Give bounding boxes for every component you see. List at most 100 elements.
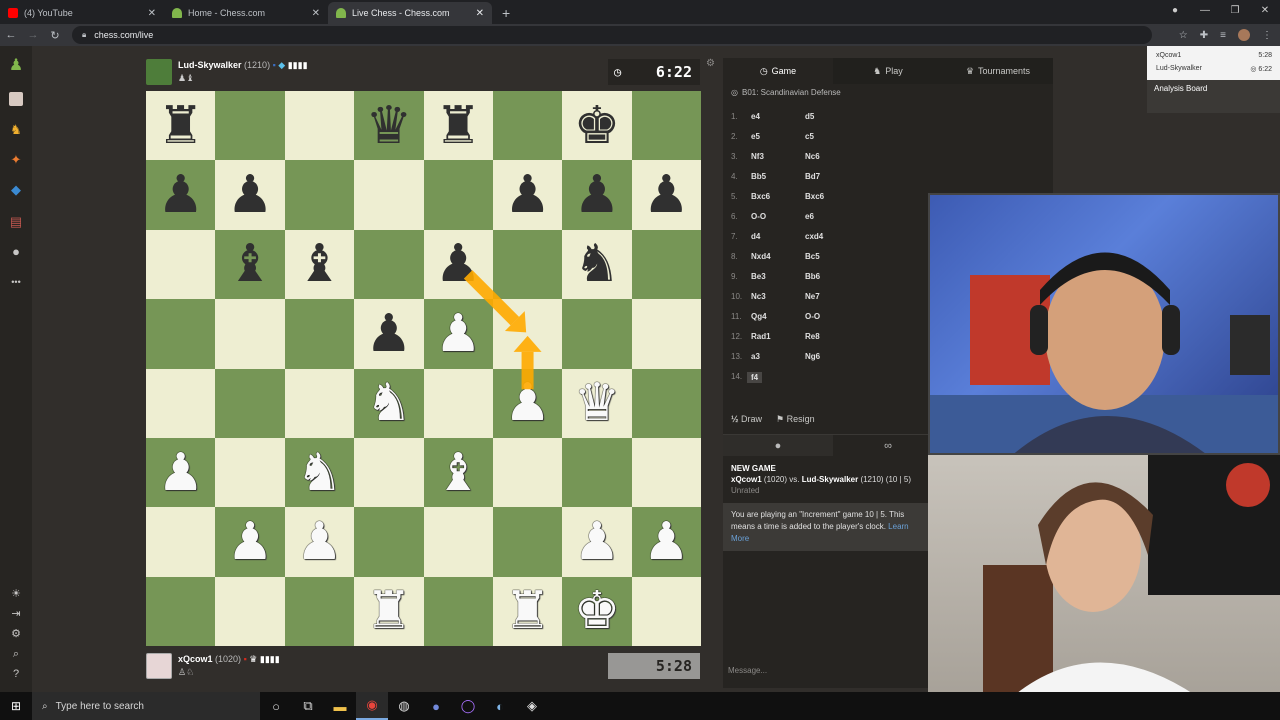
white-bishop-icon[interactable]: ♝ <box>435 447 482 499</box>
white-pawn-icon[interactable]: ♟ <box>227 516 274 568</box>
cards-icon[interactable]: ▤ <box>8 214 24 230</box>
white-move[interactable]: e4 <box>751 112 760 121</box>
black-pawn-icon[interactable]: ♟ <box>435 238 482 290</box>
task-view-icon[interactable]: ⧉ <box>292 692 324 720</box>
back-icon[interactable]: ← <box>0 29 22 41</box>
square-e7[interactable] <box>423 160 493 230</box>
square-a2[interactable] <box>146 507 216 577</box>
square-f3[interactable] <box>492 437 563 508</box>
square-a4[interactable] <box>146 368 216 438</box>
square-c1[interactable] <box>284 576 355 646</box>
white-rook-icon[interactable]: ♜ <box>504 585 551 637</box>
resign-button[interactable]: ⚑ Resign <box>776 414 815 425</box>
square-b2[interactable]: ♟ <box>215 507 285 577</box>
white-pawn-icon[interactable]: ♟ <box>574 516 621 568</box>
white-move[interactable]: Nc3 <box>751 292 766 301</box>
black-pawn-icon[interactable]: ♟ <box>574 169 621 221</box>
square-d1[interactable]: ♜ <box>354 576 424 646</box>
square-f5[interactable] <box>492 299 563 369</box>
white-rook-icon[interactable]: ♜ <box>366 585 413 637</box>
queue-icon[interactable]: ≡ <box>1220 30 1226 41</box>
more-icon[interactable]: ••• <box>8 274 24 290</box>
white-move[interactable]: e5 <box>751 132 760 141</box>
tab-chess-home[interactable]: Home - Chess.com ✕ <box>164 2 328 24</box>
square-g2[interactable]: ♟ <box>562 507 632 577</box>
new-tab-button[interactable]: + <box>492 2 520 24</box>
news-icon[interactable] <box>8 92 24 108</box>
square-h7[interactable]: ♟ <box>631 160 701 230</box>
draw-button[interactable]: ½ Draw <box>731 414 762 425</box>
square-a8[interactable]: ♜ <box>146 91 216 161</box>
square-b4[interactable] <box>215 368 285 438</box>
obs-icon[interactable]: ◍ <box>388 692 420 720</box>
black-name[interactable]: Lud-Skywalker <box>802 475 858 484</box>
square-e8[interactable]: ♜ <box>423 91 493 161</box>
white-pawn-icon[interactable]: ♟ <box>157 447 204 499</box>
forward-icon[interactable]: → <box>22 29 44 41</box>
pawn-icon[interactable]: ♟ <box>8 58 24 74</box>
analysis-board-link[interactable]: Analysis Board <box>1154 84 1207 93</box>
black-move[interactable]: Bd7 <box>805 172 820 181</box>
learn-icon[interactable]: ◆ <box>8 182 24 198</box>
white-pawn-icon[interactable]: ♟ <box>435 308 482 360</box>
menu-icon[interactable]: ⋮ <box>1262 30 1272 41</box>
square-g1[interactable]: ♚ <box>562 576 632 646</box>
square-d8[interactable]: ♛ <box>354 91 424 161</box>
square-c5[interactable] <box>284 299 355 369</box>
message-input[interactable]: Message... <box>728 666 767 675</box>
close-icon[interactable]: ✕ <box>476 8 484 19</box>
white-pawn-icon[interactable]: ♟ <box>504 377 551 429</box>
white-name[interactable]: xQcow1 <box>731 475 762 484</box>
white-move[interactable]: Bxc6 <box>751 192 770 201</box>
black-move[interactable]: Nc6 <box>805 152 820 161</box>
avatar[interactable] <box>146 653 172 679</box>
square-b3[interactable] <box>215 437 285 508</box>
tab-chat[interactable]: ● <box>723 435 833 456</box>
white-knight-icon[interactable]: ♞ <box>366 377 413 429</box>
square-e3[interactable]: ♝ <box>423 437 493 508</box>
address-bar[interactable]: 🔒︎ chess.com/live <box>72 26 1152 44</box>
black-bishop-icon[interactable]: ♝ <box>227 238 274 290</box>
square-c8[interactable] <box>284 91 355 161</box>
square-g3[interactable] <box>562 437 632 508</box>
white-move[interactable]: Nxd4 <box>751 252 771 261</box>
white-move[interactable]: d4 <box>751 232 760 241</box>
square-f7[interactable]: ♟ <box>492 160 563 230</box>
square-h2[interactable]: ♟ <box>631 507 701 577</box>
square-g6[interactable]: ♞ <box>562 229 632 300</box>
black-king-icon[interactable]: ♚ <box>574 100 621 152</box>
help-icon[interactable]: ? <box>8 666 24 682</box>
white-move[interactable]: Nf3 <box>751 152 764 161</box>
white-move[interactable]: O-O <box>751 212 766 221</box>
white-king-icon[interactable]: ♚ <box>574 585 621 637</box>
square-h8[interactable] <box>631 91 701 161</box>
twitch-icon[interactable]: ◯ <box>452 692 484 720</box>
square-h6[interactable] <box>631 229 701 300</box>
black-rook-icon[interactable]: ♜ <box>435 100 482 152</box>
chrome-icon[interactable]: ◉ <box>356 692 388 720</box>
opening-name[interactable]: ◎ B01: Scandinavian Defense <box>731 88 841 97</box>
square-a6[interactable] <box>146 229 216 300</box>
black-queen-icon[interactable]: ♛ <box>366 100 413 152</box>
square-c7[interactable] <box>284 160 355 230</box>
square-d5[interactable]: ♟ <box>354 299 424 369</box>
white-move[interactable]: f4 <box>747 372 763 383</box>
tab-spectators[interactable]: ∞ <box>833 435 943 456</box>
cortana-icon[interactable]: ○ <box>260 692 292 720</box>
search-icon[interactable]: ⌕ <box>8 646 24 662</box>
square-h4[interactable] <box>631 368 701 438</box>
chess-board[interactable]: ♜ ♛ ♜ ♚ ♟ ♟ ♟ ♟ ♟ ♝ ♝ ♟ ♞ ♟ ♟ ♞ ♟ ♛ ♟ ♞ ♝ ♟ ♟ ♟ ♟ ♜ ♜ ♚ <box>146 91 701 646</box>
file-explorer-icon[interactable]: ▬ <box>324 692 356 720</box>
white-move[interactable]: Bb5 <box>751 172 766 181</box>
square-h3[interactable] <box>631 437 701 508</box>
white-knight-icon[interactable]: ♞ <box>296 447 343 499</box>
square-b1[interactable] <box>215 576 285 646</box>
square-b5[interactable] <box>215 299 285 369</box>
square-c4[interactable] <box>284 368 355 438</box>
app-icon[interactable]: ◈ <box>516 692 548 720</box>
square-h1[interactable] <box>631 576 701 646</box>
black-move[interactable]: d5 <box>805 112 814 121</box>
black-move[interactable]: cxd4 <box>805 232 823 241</box>
close-icon[interactable]: ✕ <box>148 8 156 19</box>
black-pawn-icon[interactable]: ♟ <box>643 169 690 221</box>
